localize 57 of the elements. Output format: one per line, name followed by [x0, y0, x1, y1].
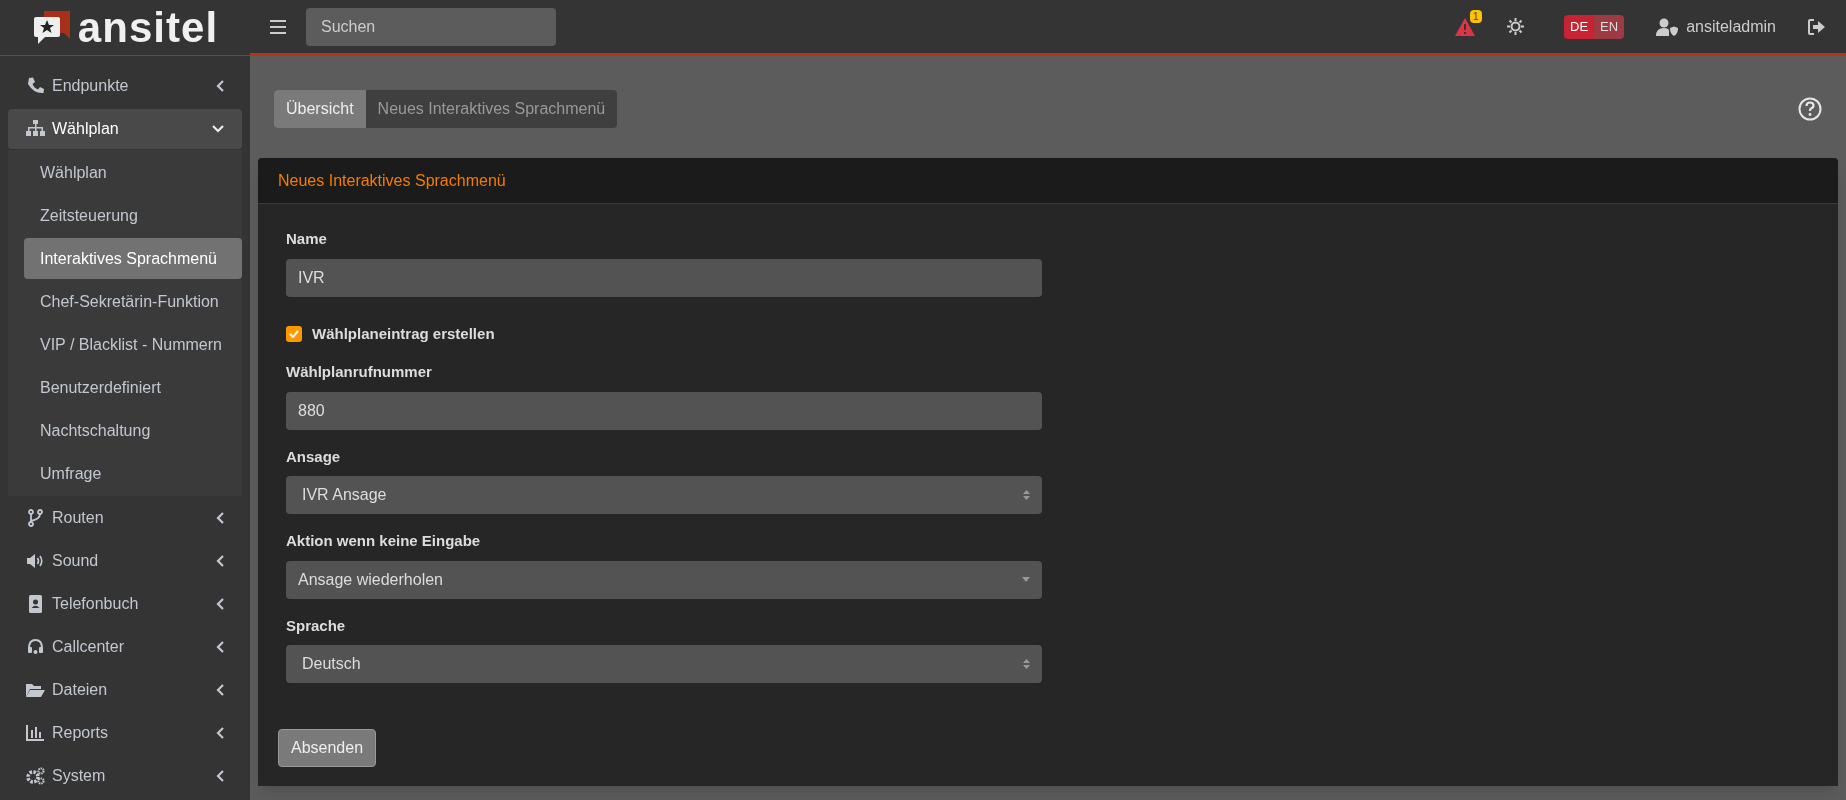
submenu-item[interactable]: Wählplan: [24, 152, 242, 193]
language-toggle[interactable]: EN: [1594, 14, 1625, 39]
field-label: Name: [286, 229, 328, 249]
sidebar-item[interactable]: Callcenter: [8, 626, 242, 667]
chevron-left-icon: [216, 726, 224, 739]
language-toggle[interactable]: DE: [1564, 14, 1595, 39]
sidebar-item[interactable]: Dateien: [8, 669, 242, 710]
sidebar-item[interactable]: Routen: [8, 497, 242, 538]
field-label: Sprache: [286, 615, 347, 636]
sidebar-item[interactable]: System: [8, 755, 242, 796]
select-field[interactable]: IVR Ansage: [286, 476, 1042, 514]
tab[interactable]: Neues Interaktives Sprachmenü: [365, 90, 618, 128]
field-label: Aktion wenn keine Eingabe: [286, 531, 482, 551]
submenu-item[interactable]: Chef-Sekretärin-Funktion: [24, 281, 242, 322]
submenu-item[interactable]: Umfrage: [24, 453, 242, 494]
select-field[interactable]: Deutsch: [286, 645, 1042, 683]
submit-button[interactable]: Absenden: [278, 729, 377, 767]
submenu-item[interactable]: Nachtschaltung: [24, 410, 242, 451]
chevron-left-icon: [216, 511, 224, 524]
checkbox[interactable]: [286, 325, 302, 342]
alert-count-badge: 1: [1470, 9, 1482, 23]
chevron-left-icon: [216, 769, 224, 782]
menu-icon[interactable]: [270, 19, 286, 34]
check-icon: [289, 329, 299, 338]
sidebar-item[interactable]: Sound: [8, 540, 242, 581]
input-field[interactable]: IVR: [286, 258, 1042, 297]
submenu-item[interactable]: Benutzerdefiniert: [24, 367, 242, 408]
field-label: Wählplanrufnummer: [286, 362, 433, 382]
help-icon[interactable]: [1798, 97, 1822, 121]
sun-icon[interactable]: [1507, 18, 1525, 35]
checkbox-label: Wählplaneintrag erstellen: [312, 323, 495, 344]
chevron-left-icon: [216, 554, 224, 567]
submenu-item[interactable]: Interaktives Sprachmenü: [24, 238, 242, 279]
field-label: Ansage: [286, 446, 342, 467]
sort-arrows-icon: [1023, 489, 1030, 501]
tab[interactable]: Übersicht: [274, 90, 366, 128]
sidebar-item[interactable]: Wählplan: [8, 108, 242, 149]
card-title: Neues Interaktives Sprachmenü: [278, 170, 506, 191]
caret-down-icon: [1022, 577, 1030, 582]
chevron-down-icon: [212, 124, 224, 133]
sidebar-item[interactable]: Reports: [8, 712, 242, 753]
username-text[interactable]: ansiteladmin: [1686, 14, 1776, 39]
logout-icon[interactable]: [1808, 18, 1826, 35]
user-shield-icon: [1656, 17, 1679, 36]
search-field[interactable]: Suchen: [306, 7, 556, 46]
chevron-left-icon: [216, 683, 224, 696]
logo-text: ansitel: [77, 6, 219, 49]
chevron-left-icon: [216, 79, 224, 92]
sort-arrows-icon: [1023, 658, 1030, 670]
chevron-left-icon: [216, 640, 224, 653]
submenu-item[interactable]: Zeitsteuerung: [24, 195, 242, 236]
sidebar-item[interactable]: Telefonbuch: [8, 583, 242, 624]
dropdown-field[interactable]: Ansage wiederholen: [286, 560, 1042, 599]
input-field[interactable]: 880: [286, 391, 1042, 430]
chevron-left-icon: [216, 597, 224, 610]
submenu-item[interactable]: VIP / Blacklist - Nummern: [24, 324, 242, 365]
sidebar-item[interactable]: Endpunkte: [8, 65, 242, 106]
